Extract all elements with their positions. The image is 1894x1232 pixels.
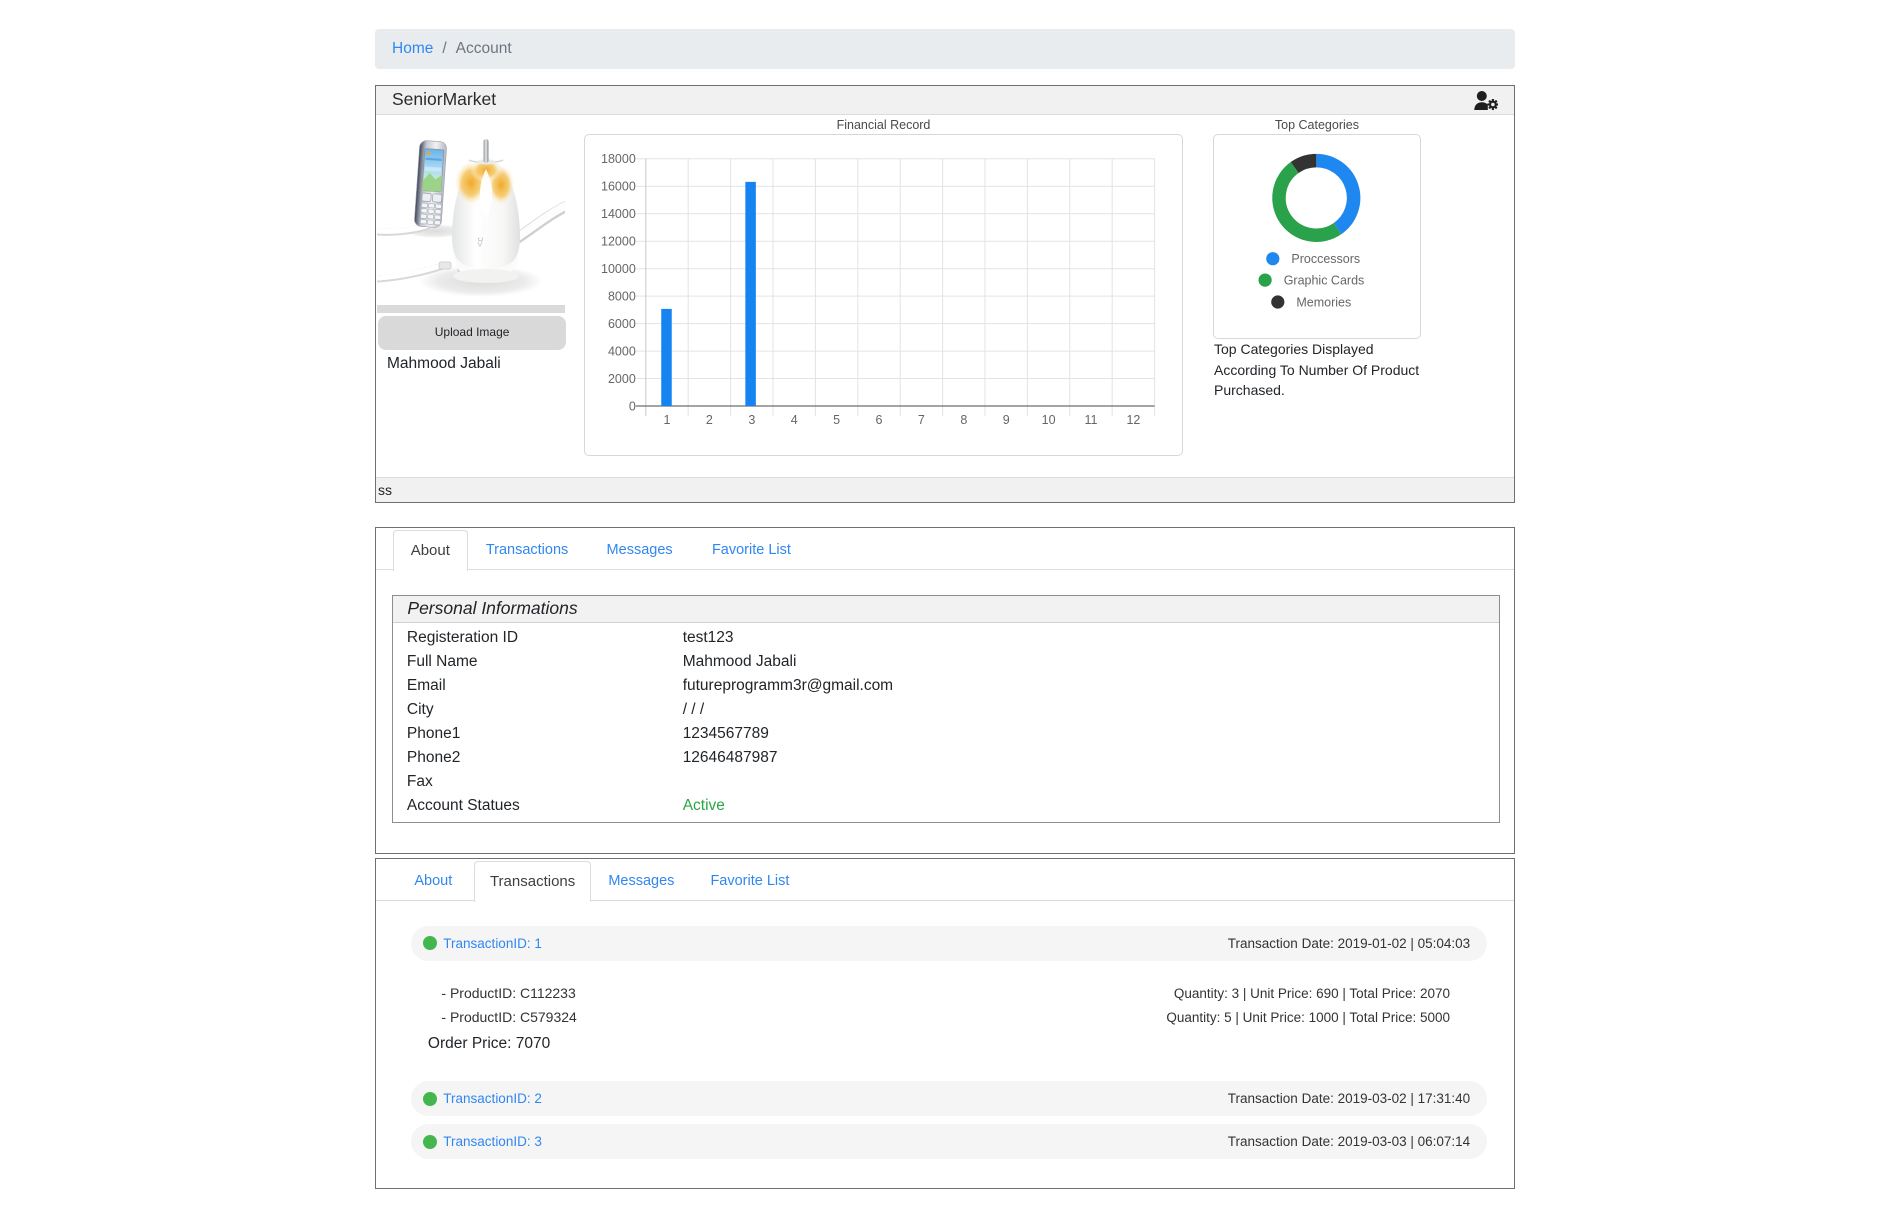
svg-text:10: 10 <box>1042 413 1056 427</box>
svg-text:Memories: Memories <box>1297 295 1352 309</box>
svg-text:6000: 6000 <box>608 317 636 331</box>
svg-text:4000: 4000 <box>608 344 636 358</box>
svg-text:14000: 14000 <box>601 207 636 221</box>
svg-text:Graphic Cards: Graphic Cards <box>1284 273 1365 287</box>
svg-text:16000: 16000 <box>601 180 636 194</box>
svg-text:10000: 10000 <box>601 262 636 276</box>
svg-text:1: 1 <box>664 413 671 427</box>
svg-text:4: 4 <box>791 413 798 427</box>
svg-text:12000: 12000 <box>601 235 636 249</box>
svg-text:6: 6 <box>876 413 883 427</box>
svg-text:2: 2 <box>706 413 713 427</box>
svg-text:12: 12 <box>1126 413 1140 427</box>
svg-text:7: 7 <box>918 413 925 427</box>
svg-text:2000: 2000 <box>608 372 636 386</box>
svg-text:18000: 18000 <box>601 152 636 166</box>
svg-text:<c: <c <box>475 237 485 247</box>
svg-text:11: 11 <box>1085 413 1098 427</box>
svg-text:8: 8 <box>960 413 967 427</box>
svg-text:3: 3 <box>748 413 755 427</box>
svg-text:9: 9 <box>1003 413 1010 427</box>
svg-text:0: 0 <box>629 399 636 413</box>
svg-text:8000: 8000 <box>608 289 636 303</box>
svg-text:5: 5 <box>833 413 840 427</box>
svg-text:Proccessors: Proccessors <box>1292 252 1361 266</box>
